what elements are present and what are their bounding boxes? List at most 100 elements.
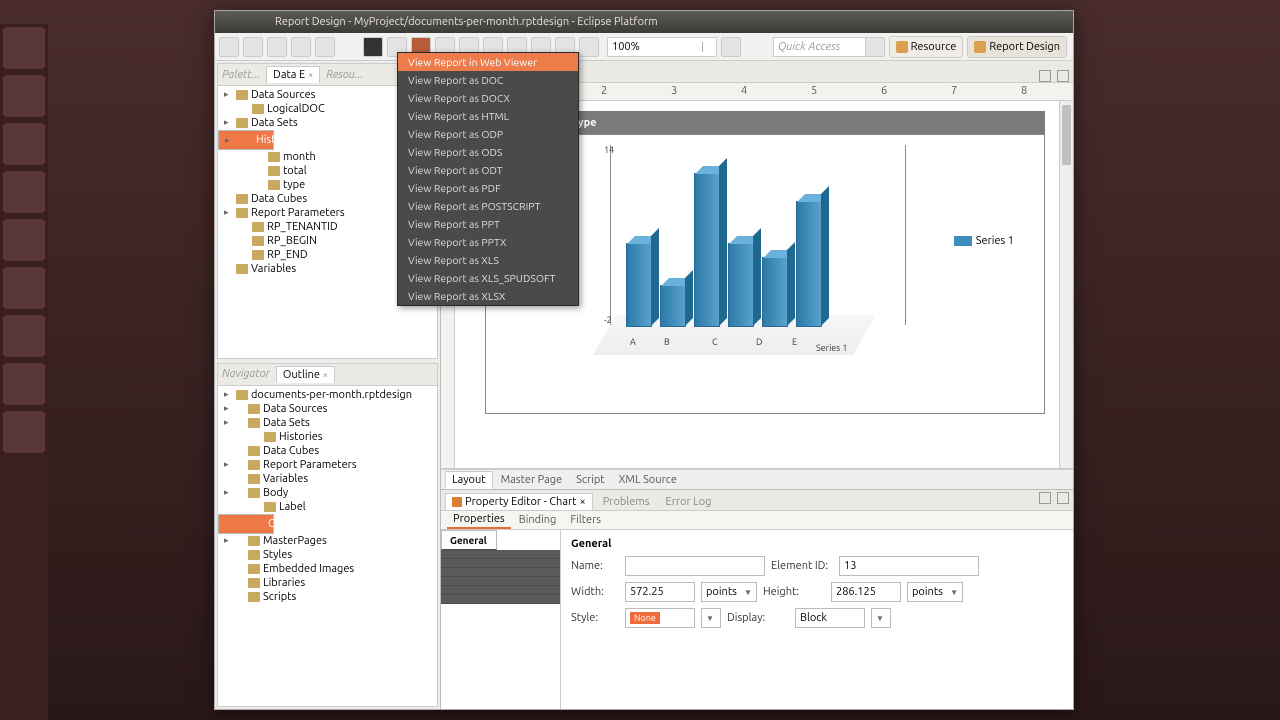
chart-legend: Series 1 [954,235,1014,247]
close-icon[interactable]: × [323,370,328,380]
category-label: E [792,337,797,347]
menu-item-pptx[interactable]: View Report as PPTX [398,233,578,251]
menu-item-pdf[interactable]: View Report as PDF [398,179,578,197]
width-input[interactable] [625,582,695,602]
style-dropdown[interactable]: ▼ [701,608,721,628]
outline-data-sources[interactable]: Data Sources [218,402,437,416]
toolbar-button[interactable] [579,37,599,57]
quick-access-input[interactable]: Quick Access [773,37,873,57]
outline-tab[interactable]: Outline× [276,366,335,383]
launcher-item[interactable] [3,75,45,117]
open-perspective-button[interactable] [865,37,885,57]
launcher-item[interactable] [3,123,45,165]
maximize-editor-icon[interactable] [1057,70,1069,82]
launcher-item[interactable] [3,411,45,453]
data-explorer-tab[interactable]: Data E× [266,66,320,83]
outline-label[interactable]: Label [218,500,437,514]
outline-variables[interactable]: Variables [218,472,437,486]
menu-item-xls[interactable]: View Report as XLS [398,251,578,269]
palette-tab[interactable]: Palett... [222,69,260,81]
menu-item-xls-spudsoft[interactable]: View Report as XLS_SPUDSOFT [398,269,578,287]
category-item[interactable] [441,577,560,586]
navigator-tab[interactable]: Navigator [222,368,270,380]
name-input[interactable] [625,556,765,576]
maximize-view-icon[interactable] [1057,492,1069,504]
toolbar-button[interactable] [291,37,311,57]
zoom-value: 100% [612,38,640,56]
property-categories[interactable]: General [441,530,561,709]
perspective-report-design[interactable]: Report Design [967,36,1067,58]
run-report-button[interactable] [363,37,383,57]
category-item[interactable] [441,568,560,577]
toolbar-button[interactable] [721,37,741,57]
menu-item-xlsx[interactable]: View Report as XLSX [398,287,578,305]
menu-item-ods[interactable]: View Report as ODS [398,143,578,161]
minimize-editor-icon[interactable] [1039,70,1051,82]
outline-histories[interactable]: Histories [218,430,437,444]
y-axis [610,145,611,325]
error-log-tab[interactable]: Error Log [660,494,718,510]
toolbar-button[interactable] [267,37,287,57]
subtab-properties[interactable]: Properties [447,511,511,529]
problems-tab[interactable]: Problems [597,494,656,510]
launcher-item[interactable] [3,171,45,213]
tab-xml-source[interactable]: XML Source [613,472,683,488]
element-id-input[interactable] [839,556,979,576]
menu-item-ppt[interactable]: View Report as PPT [398,215,578,233]
outline-master-pages[interactable]: MasterPages [218,534,437,548]
tab-layout[interactable]: Layout [445,471,493,489]
column-icon [268,152,280,162]
launcher-item[interactable] [3,219,45,261]
tab-master-page[interactable]: Master Page [495,472,569,488]
close-icon[interactable]: × [579,496,585,508]
category-item[interactable] [441,595,560,604]
subtab-filters[interactable]: Filters [564,512,607,528]
outline-report-parameters[interactable]: Report Parameters [218,458,437,472]
minimize-view-icon[interactable] [1039,492,1051,504]
category-item[interactable] [441,559,560,568]
outline-data-sets[interactable]: Data Sets [218,416,437,430]
menu-item-doc[interactable]: View Report as DOC [398,71,578,89]
property-editor-tab[interactable]: Property Editor - Chart× [445,493,593,510]
launcher-item[interactable] [3,27,45,69]
outline-styles[interactable]: Styles [218,548,437,562]
outline-chart[interactable]: Chart [218,514,274,534]
outline-tree[interactable]: documents-per-month.rptdesign Data Sourc… [218,386,437,706]
category-item[interactable] [441,586,560,595]
menu-item-docx[interactable]: View Report as DOCX [398,89,578,107]
height-unit-select[interactable]: points▼ [907,582,963,602]
toolbar-button[interactable] [243,37,263,57]
menu-item-postscript[interactable]: View Report as POSTSCRIPT [398,197,578,215]
menu-item-odt[interactable]: View Report as ODT [398,161,578,179]
menu-item-odp[interactable]: View Report as ODP [398,125,578,143]
launcher-item[interactable] [3,363,45,405]
bar-e [796,201,822,327]
outline-root[interactable]: documents-per-month.rptdesign [218,388,437,402]
toolbar-button[interactable] [315,37,335,57]
subtab-binding[interactable]: Binding [513,512,563,528]
tree-histories[interactable]: Histories [218,130,274,150]
outline-data-cubes[interactable]: Data Cubes [218,444,437,458]
menu-item-html[interactable]: View Report as HTML [398,107,578,125]
outline-libraries[interactable]: Libraries [218,576,437,590]
width-unit-select[interactable]: points▼ [701,582,757,602]
outline-body[interactable]: Body [218,486,437,500]
outline-embedded-images[interactable]: Embedded Images [218,562,437,576]
category-general[interactable]: General [441,530,497,550]
toolbar-button[interactable] [219,37,239,57]
unity-launcher [0,24,48,720]
launcher-item[interactable] [3,267,45,309]
display-dropdown[interactable]: ▼ [871,608,891,628]
perspective-resource[interactable]: Resource [889,36,964,58]
display-select[interactable]: Block [795,608,865,628]
outline-scripts[interactable]: Scripts [218,590,437,604]
resource-tab[interactable]: Resou... [326,69,363,81]
launcher-item[interactable] [3,315,45,357]
zoom-combo[interactable]: 100% [607,37,717,57]
close-icon[interactable]: × [308,70,313,80]
category-item[interactable] [441,550,560,559]
style-select[interactable]: None [625,608,695,628]
height-input[interactable] [831,582,901,602]
menu-item-web-viewer[interactable]: View Report in Web Viewer [398,53,578,71]
tab-script[interactable]: Script [570,472,610,488]
